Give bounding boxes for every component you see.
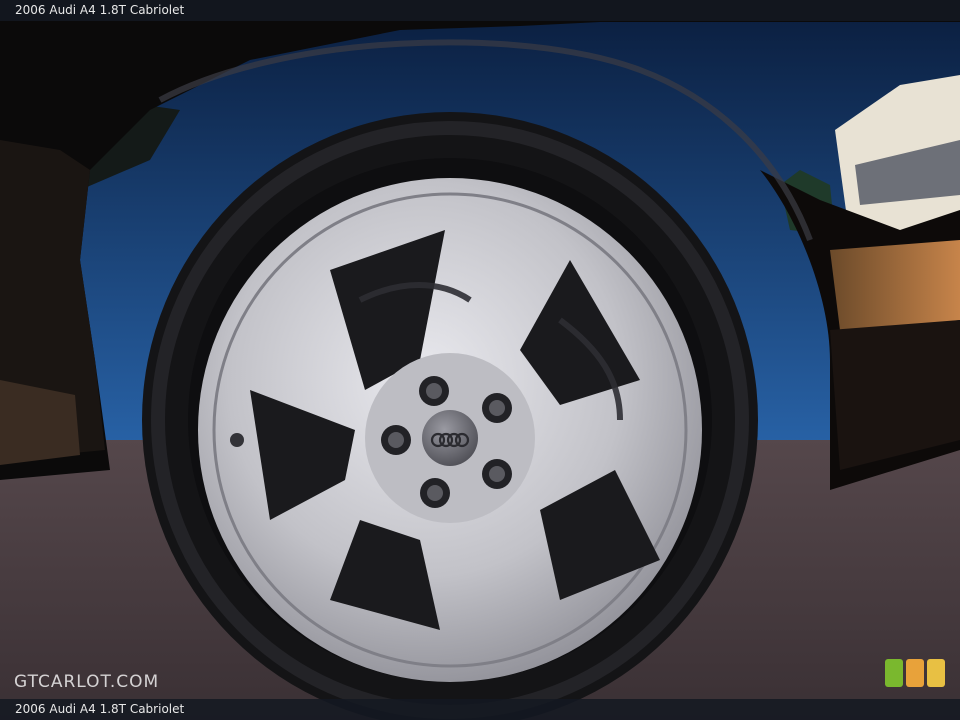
photo-caption: 2006 Audi A4 1.8T Cabriolet — [15, 702, 185, 716]
rating-square-green — [885, 659, 903, 687]
photo-frame: 2006 Audi A4 1.8T Cabriolet GTCARLOT.COM… — [0, 0, 960, 720]
rating-square-orange — [906, 659, 924, 687]
title-bar: 2006 Audi A4 1.8T Cabriolet — [0, 0, 960, 21]
wheel-photo — [0, 0, 960, 720]
center-cap — [422, 410, 478, 466]
caption-bar: 2006 Audi A4 1.8T Cabriolet — [0, 699, 960, 720]
rating-badge — [885, 659, 945, 687]
rating-square-yellow — [927, 659, 945, 687]
page-title: 2006 Audi A4 1.8T Cabriolet — [15, 3, 185, 17]
valve-stem — [230, 433, 244, 447]
site-watermark: GTCARLOT.COM — [14, 672, 160, 692]
